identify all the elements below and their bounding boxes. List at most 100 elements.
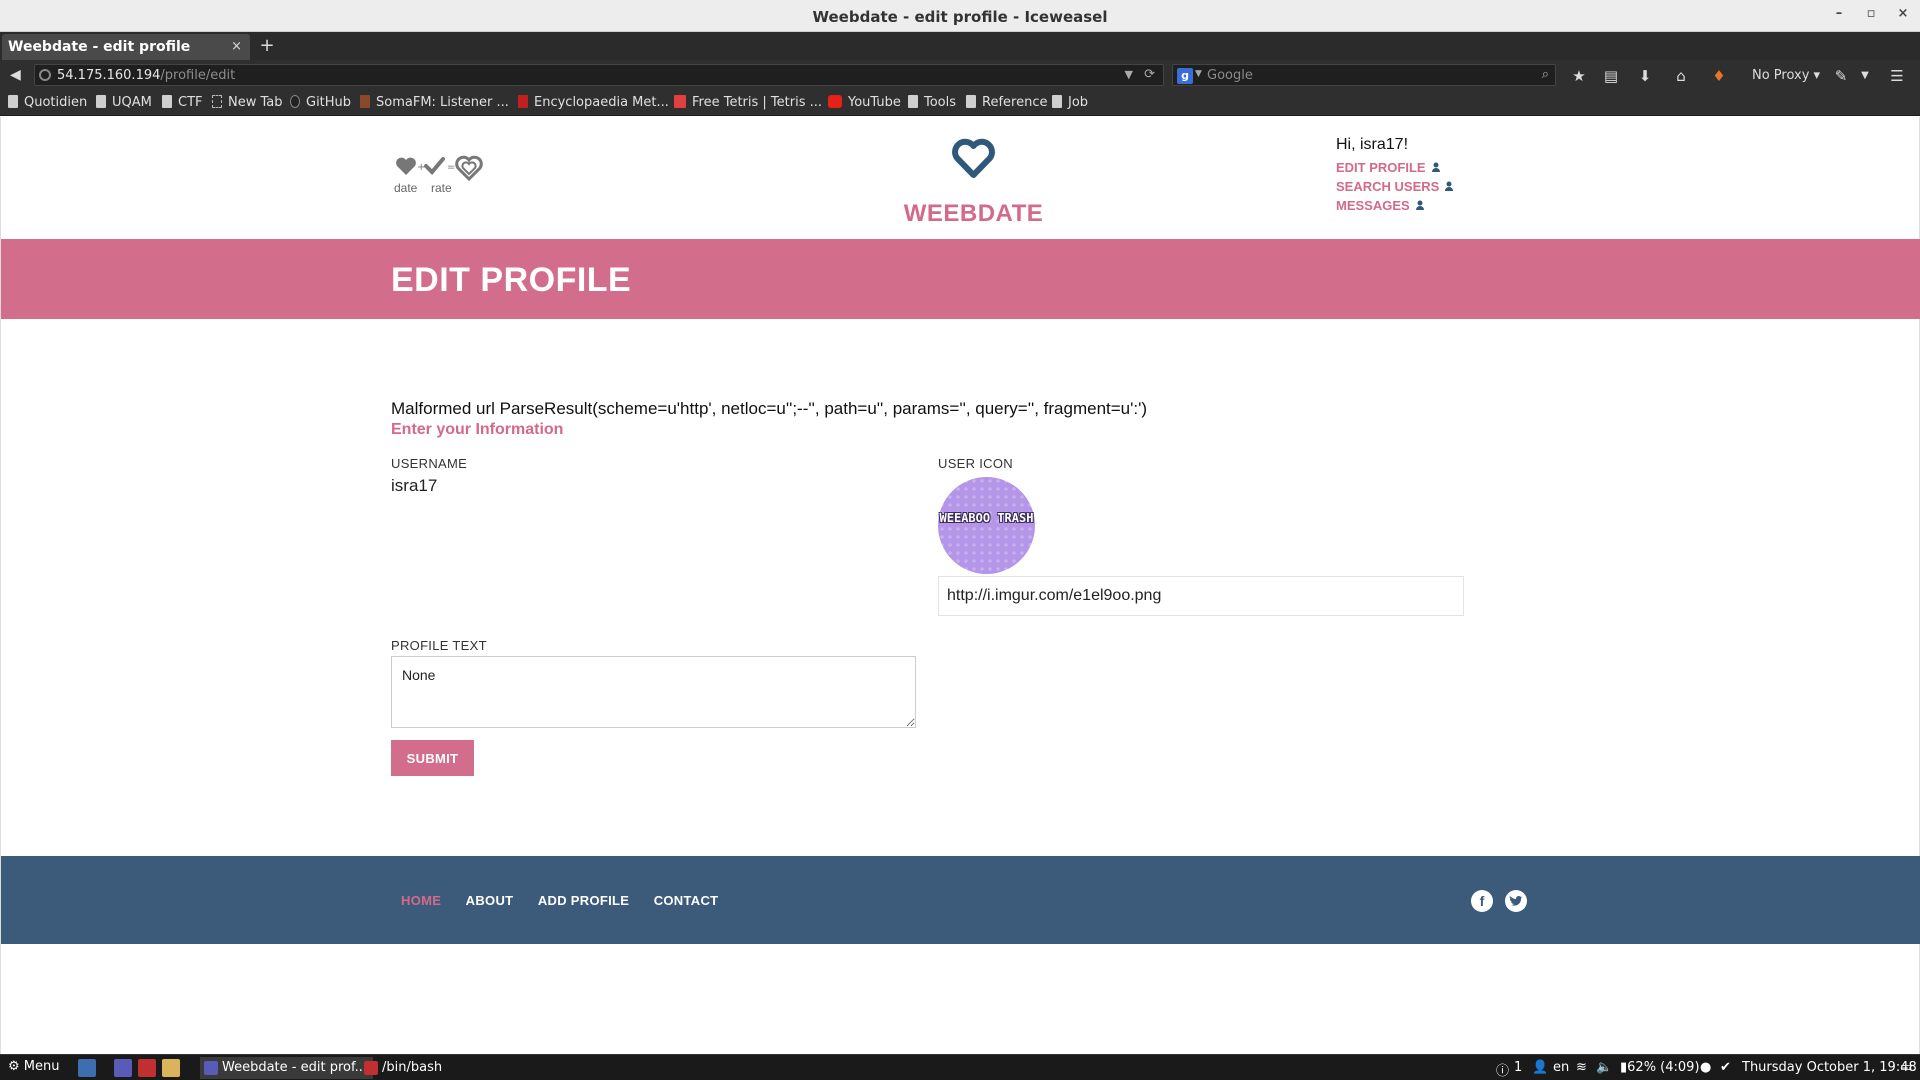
keyboard-language[interactable]: en	[1553, 1060, 1569, 1075]
heart-logo-icon	[952, 138, 995, 178]
bookmark-label: CTF	[178, 95, 203, 110]
new-tab-button[interactable]: +	[256, 36, 278, 56]
wifi-icon[interactable]: ≋	[1576, 1060, 1587, 1075]
bookmark-item[interactable]: Encyclopaedia Met...	[518, 95, 669, 113]
update-icon[interactable]: ✔	[1720, 1060, 1731, 1075]
twitter-icon[interactable]	[1505, 890, 1527, 912]
bookmark-folder-icon	[8, 95, 18, 108]
bookmark-item[interactable]: Job	[1052, 95, 1088, 113]
taskbar-item-browser[interactable]: Weebdate - edit prof...	[200, 1057, 373, 1079]
bookmark-folder-icon	[96, 95, 106, 108]
profile-text-area[interactable]: None	[391, 656, 916, 728]
bookmark-label: Job	[1068, 95, 1089, 110]
tools-icon[interactable]: ✎	[1832, 67, 1850, 85]
reload-icon[interactable]: ⟳	[1144, 67, 1155, 82]
site-info-icon[interactable]	[39, 69, 51, 81]
date-rate-logo[interactable]: + = date rate	[394, 153, 504, 203]
icon-url-input[interactable]	[938, 576, 1464, 616]
clock[interactable]: Thursday October 1, 19:48	[1742, 1060, 1917, 1075]
engine-dropdown-icon[interactable]: ▼	[1195, 69, 1202, 79]
tab-close-icon[interactable]: ×	[231, 39, 242, 54]
bookmark-folder-icon	[908, 95, 918, 108]
bookmark-label: Free Tetris | Tetris ...	[692, 95, 823, 110]
youtube-icon	[828, 95, 842, 108]
user-tray-icon[interactable]: 👤	[1532, 1060, 1548, 1075]
bookmark-star-icon[interactable]: ★	[1570, 67, 1588, 85]
messages-label: MESSAGES	[1336, 198, 1410, 213]
start-menu-button[interactable]: ⚙ Menu	[8, 1059, 60, 1074]
bookmark-item[interactable]: CTF	[162, 95, 203, 113]
extension-icon[interactable]: ♦	[1710, 67, 1728, 85]
downloads-icon[interactable]: ⬇	[1636, 67, 1654, 85]
date-rate-heart-icon: + =	[396, 155, 483, 182]
navigation-bar: ◀ 54.175.160.194/profile/edit ▼ ⟳ g ▼ Go…	[0, 60, 1920, 90]
facebook-icon[interactable]: f	[1471, 890, 1493, 912]
bookmark-label: Tools	[924, 95, 957, 110]
gear-icon: ⚙	[8, 1059, 24, 1074]
tetris-icon	[674, 95, 686, 108]
site-brand[interactable]: WEEBDATE	[881, 137, 1066, 227]
footer-about-link[interactable]: ABOUT	[466, 893, 514, 908]
search-bar[interactable]: g ▼ Google ⌕	[1172, 64, 1556, 86]
submit-button[interactable]: SUBMIT	[391, 740, 474, 776]
notification-icon[interactable]: ⓘ	[1496, 1060, 1509, 1079]
google-engine-icon[interactable]: g	[1177, 68, 1193, 84]
footer-add-profile-link[interactable]: ADD PROFILE	[538, 893, 629, 908]
proxy-selector[interactable]: No Proxy ▾	[1752, 68, 1820, 83]
tools-dropdown-icon[interactable]: ▼	[1856, 67, 1874, 85]
search-placeholder: Google	[1207, 68, 1253, 83]
home-icon[interactable]: ⌂	[1672, 67, 1690, 85]
url-text[interactable]: 54.175.160.194/profile/edit	[57, 68, 235, 83]
browser-launcher-icon[interactable]	[114, 1059, 132, 1077]
footer-contact-link[interactable]: CONTACT	[654, 893, 719, 908]
terminal-launcher-icon[interactable]	[138, 1059, 156, 1077]
somafm-icon	[360, 95, 370, 108]
show-desktop-icon[interactable]: ▭	[1900, 1060, 1912, 1075]
taskbar-item-terminal[interactable]: /bin/bash	[360, 1057, 448, 1079]
messages-link[interactable]: MESSAGES	[1336, 196, 1576, 215]
bookmark-item[interactable]: New Tab	[212, 95, 283, 113]
bookmark-item[interactable]: Free Tetris | Tetris ...	[674, 95, 822, 113]
notification-count: 1	[1514, 1060, 1523, 1075]
close-window-button[interactable]: ×	[1892, 6, 1914, 26]
avatar-text: WEEABOO TRASH	[939, 511, 1034, 525]
hamburger-menu-icon[interactable]: ☰	[1888, 67, 1906, 85]
bookmark-item[interactable]: Reference	[966, 95, 1047, 113]
page-title: EDIT PROFILE	[391, 261, 632, 299]
taskbar-item-label: /bin/bash	[382, 1060, 443, 1075]
volume-icon[interactable]: 🔈	[1596, 1060, 1612, 1075]
form-subheading: Enter your Information	[391, 421, 564, 438]
edit-profile-link[interactable]: EDIT PROFILE	[1336, 158, 1576, 177]
bookmark-item[interactable]: SomaFM: Listener ...	[360, 95, 509, 113]
search-users-link[interactable]: SEARCH USERS	[1336, 177, 1576, 196]
search-users-label: SEARCH USERS	[1336, 179, 1440, 194]
chat-icon[interactable]: ●	[1700, 1060, 1711, 1075]
bookmark-item[interactable]: Tools	[908, 95, 956, 113]
bookmarks-menu-icon[interactable]: ▤	[1602, 67, 1620, 85]
bookmark-item[interactable]: UQAM	[96, 95, 152, 113]
error-message: Malformed url ParseResult(scheme=u'http'…	[391, 399, 1148, 418]
user-icon-label: USER ICON	[938, 456, 1013, 471]
browser-icon	[204, 1061, 218, 1075]
url-bar[interactable]: 54.175.160.194/profile/edit ▼ ⟳	[34, 64, 1164, 86]
user-icon	[1415, 196, 1424, 210]
footer-home-link[interactable]: HOME	[401, 893, 441, 908]
maximize-button[interactable]: ▫	[1860, 6, 1882, 26]
battery-status[interactable]: ▮62% (4:09)	[1620, 1060, 1700, 1075]
bookmark-item[interactable]: YouTube	[828, 95, 901, 113]
back-icon[interactable]: ◀	[10, 67, 26, 83]
logo-date-label: date	[394, 181, 418, 195]
url-history-dropdown-icon[interactable]: ▼	[1125, 68, 1133, 81]
bookmark-item[interactable]: GitHub	[290, 95, 351, 113]
bookmark-item[interactable]: Quotidien	[8, 95, 87, 113]
bookmark-folder-icon	[162, 95, 172, 108]
minimize-button[interactable]: –	[1828, 6, 1850, 26]
search-go-icon[interactable]: ⌕	[1542, 67, 1549, 82]
file-manager-launcher-icon[interactable]	[162, 1059, 180, 1077]
desktop-launcher-icon[interactable]	[78, 1059, 96, 1077]
svg-text:=: =	[447, 162, 455, 173]
bookmark-label: Quotidien	[24, 95, 88, 110]
tab-weebdate-edit-profile[interactable]: Weebdate - edit profile ×	[2, 34, 250, 60]
bookmark-label: GitHub	[306, 95, 352, 110]
site-footer: HOME ABOUT ADD PROFILE CONTACT f	[1, 856, 1920, 944]
